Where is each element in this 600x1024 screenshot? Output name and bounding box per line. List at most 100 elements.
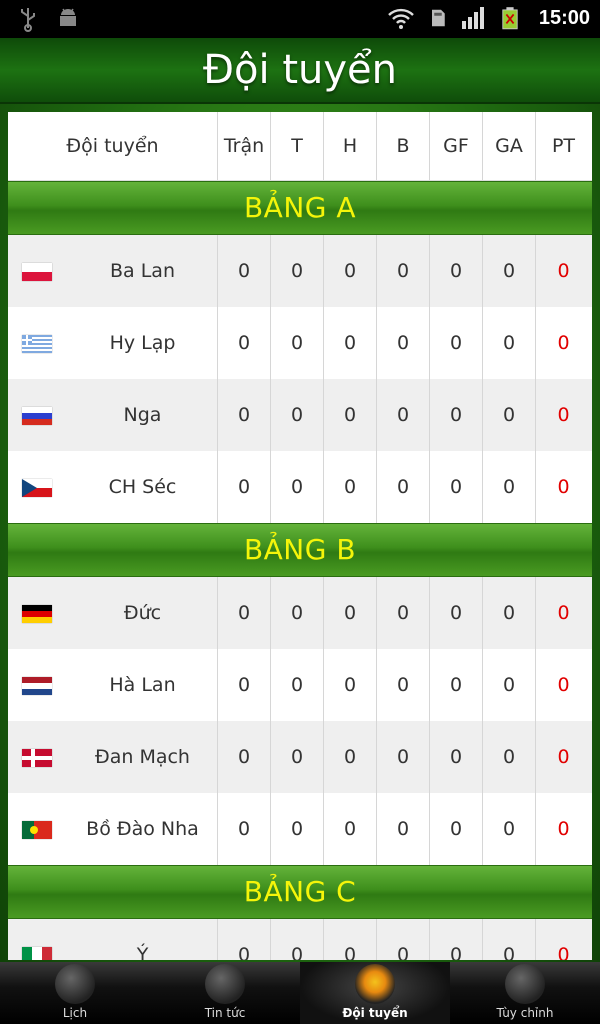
stat-cell: 0 bbox=[483, 307, 536, 379]
stat-cell: 0 bbox=[324, 793, 377, 865]
stat-cell: 0 bbox=[483, 451, 536, 523]
points-cell: 0 bbox=[557, 944, 570, 960]
stat-cell: 0 bbox=[324, 721, 377, 793]
portugal-flag-icon bbox=[22, 821, 52, 839]
team-name: Bồ Đào Nha bbox=[86, 818, 199, 840]
table-row[interactable]: Bồ Đào Nha 0000000 bbox=[8, 793, 592, 865]
header-played: Trận bbox=[218, 112, 271, 180]
gear-icon bbox=[505, 964, 545, 1004]
stat-cell: 0 bbox=[271, 577, 324, 649]
tab-schedule[interactable]: Lịch bbox=[0, 962, 150, 1024]
stat-cell: 0 bbox=[483, 577, 536, 649]
stat-cell: 0 bbox=[324, 379, 377, 451]
stat-cell: 0 bbox=[324, 451, 377, 523]
page-title: Đội tuyển bbox=[0, 38, 600, 104]
soccer-ball-icon bbox=[55, 964, 95, 1004]
bottom-tab-bar: Lịch Tin tức Đội tuyển Tùy chỉnh bbox=[0, 962, 600, 1024]
team-name: Ý bbox=[136, 944, 149, 960]
germany-flag-icon bbox=[22, 605, 52, 623]
tab-settings[interactable]: Tùy chỉnh bbox=[450, 962, 600, 1024]
stat-cell: 0 bbox=[271, 379, 324, 451]
netherlands-flag-icon bbox=[22, 677, 52, 695]
group-header: BẢNG B bbox=[8, 523, 592, 577]
table-row[interactable]: Nga 0000000 bbox=[8, 379, 592, 451]
stat-cell: 0 bbox=[271, 919, 324, 960]
stat-cell: 0 bbox=[271, 721, 324, 793]
header-goals-against: GA bbox=[483, 112, 536, 180]
points-cell: 0 bbox=[557, 674, 570, 696]
stat-cell: 0 bbox=[377, 577, 430, 649]
groups-list: BẢNG A Ba Lan 0000000 Hy Lạp 0000000 Nga… bbox=[8, 181, 592, 960]
points-cell: 0 bbox=[557, 404, 570, 426]
table-row[interactable]: CH Séc 0000000 bbox=[8, 451, 592, 523]
status-bar: 15:00 bbox=[0, 0, 600, 38]
group-header: BẢNG A bbox=[8, 181, 592, 235]
stat-cell: 0 bbox=[377, 649, 430, 721]
stat-cell: 0 bbox=[324, 649, 377, 721]
stat-cell: 0 bbox=[324, 919, 377, 960]
team-cell: Hy Lạp bbox=[8, 307, 218, 379]
table-header: Đội tuyển Trận T H B GF GA PT bbox=[8, 112, 592, 181]
stat-cell: 0 bbox=[218, 379, 271, 451]
android-debug-icon bbox=[60, 8, 76, 26]
poland-flag-icon bbox=[22, 263, 52, 281]
stat-cell: 0 bbox=[218, 451, 271, 523]
denmark-flag-icon bbox=[22, 749, 52, 767]
stat-cell: 0 bbox=[377, 379, 430, 451]
table-row[interactable]: Ý 0000000 bbox=[8, 919, 592, 960]
table-row[interactable]: Đức 0000000 bbox=[8, 577, 592, 649]
points-cell: 0 bbox=[557, 602, 570, 624]
stat-cell: 0 bbox=[271, 307, 324, 379]
header-lost: B bbox=[377, 112, 430, 180]
header-goals-for: GF bbox=[430, 112, 483, 180]
team-cell: Bồ Đào Nha bbox=[8, 793, 218, 865]
tab-news[interactable]: Tin tức bbox=[150, 962, 300, 1024]
stat-cell: 0 bbox=[218, 577, 271, 649]
tab-teams[interactable]: Đội tuyển bbox=[300, 962, 450, 1024]
stat-cell: 0 bbox=[218, 721, 271, 793]
team-cell: Ý bbox=[8, 919, 218, 960]
stat-cell: 0 bbox=[483, 919, 536, 960]
points-cell: 0 bbox=[557, 260, 570, 282]
italy-flag-icon bbox=[22, 947, 52, 960]
russia-flag-icon bbox=[22, 407, 52, 425]
header-points: PT bbox=[551, 135, 576, 157]
table-row[interactable]: Đan Mạch 0000000 bbox=[8, 721, 592, 793]
stat-cell: 0 bbox=[430, 577, 483, 649]
standings-table[interactable]: Đội tuyển Trận T H B GF GA PT BẢNG A Ba … bbox=[8, 112, 592, 960]
stat-cell: 0 bbox=[430, 235, 483, 307]
stat-cell: 0 bbox=[483, 721, 536, 793]
stat-cell: 0 bbox=[377, 235, 430, 307]
group-header: BẢNG C bbox=[8, 865, 592, 919]
news-icon bbox=[205, 964, 245, 1004]
stat-cell: 0 bbox=[218, 649, 271, 721]
sd-card-icon bbox=[431, 9, 445, 27]
points-cell: 0 bbox=[557, 476, 570, 498]
table-row[interactable]: Hy Lạp 0000000 bbox=[8, 307, 592, 379]
tab-label: Tin tức bbox=[204, 1006, 246, 1020]
team-cell: CH Séc bbox=[8, 451, 218, 523]
stat-cell: 0 bbox=[271, 451, 324, 523]
stat-cell: 0 bbox=[377, 721, 430, 793]
stat-cell: 0 bbox=[218, 235, 271, 307]
stat-cell: 0 bbox=[377, 307, 430, 379]
stat-cell: 0 bbox=[218, 793, 271, 865]
tab-label: Đội tuyển bbox=[342, 1006, 408, 1020]
team-name: Ba Lan bbox=[110, 260, 175, 282]
stat-cell: 0 bbox=[271, 793, 324, 865]
team-name: Hy Lạp bbox=[109, 332, 176, 354]
team-cell: Nga bbox=[8, 379, 218, 451]
stat-cell: 0 bbox=[271, 235, 324, 307]
team-cell: Đan Mạch bbox=[8, 721, 218, 793]
table-row[interactable]: Hà Lan 0000000 bbox=[8, 649, 592, 721]
stat-cell: 0 bbox=[430, 451, 483, 523]
tab-label: Tùy chỉnh bbox=[496, 1006, 554, 1020]
greece-flag-icon bbox=[22, 335, 52, 353]
points-cell: 0 bbox=[557, 818, 570, 840]
table-row[interactable]: Ba Lan 0000000 bbox=[8, 235, 592, 307]
stat-cell: 0 bbox=[218, 307, 271, 379]
team-name: Đức bbox=[123, 602, 162, 624]
points-cell: 0 bbox=[557, 746, 570, 768]
header-drawn: H bbox=[324, 112, 377, 180]
team-name: Nga bbox=[123, 404, 162, 426]
